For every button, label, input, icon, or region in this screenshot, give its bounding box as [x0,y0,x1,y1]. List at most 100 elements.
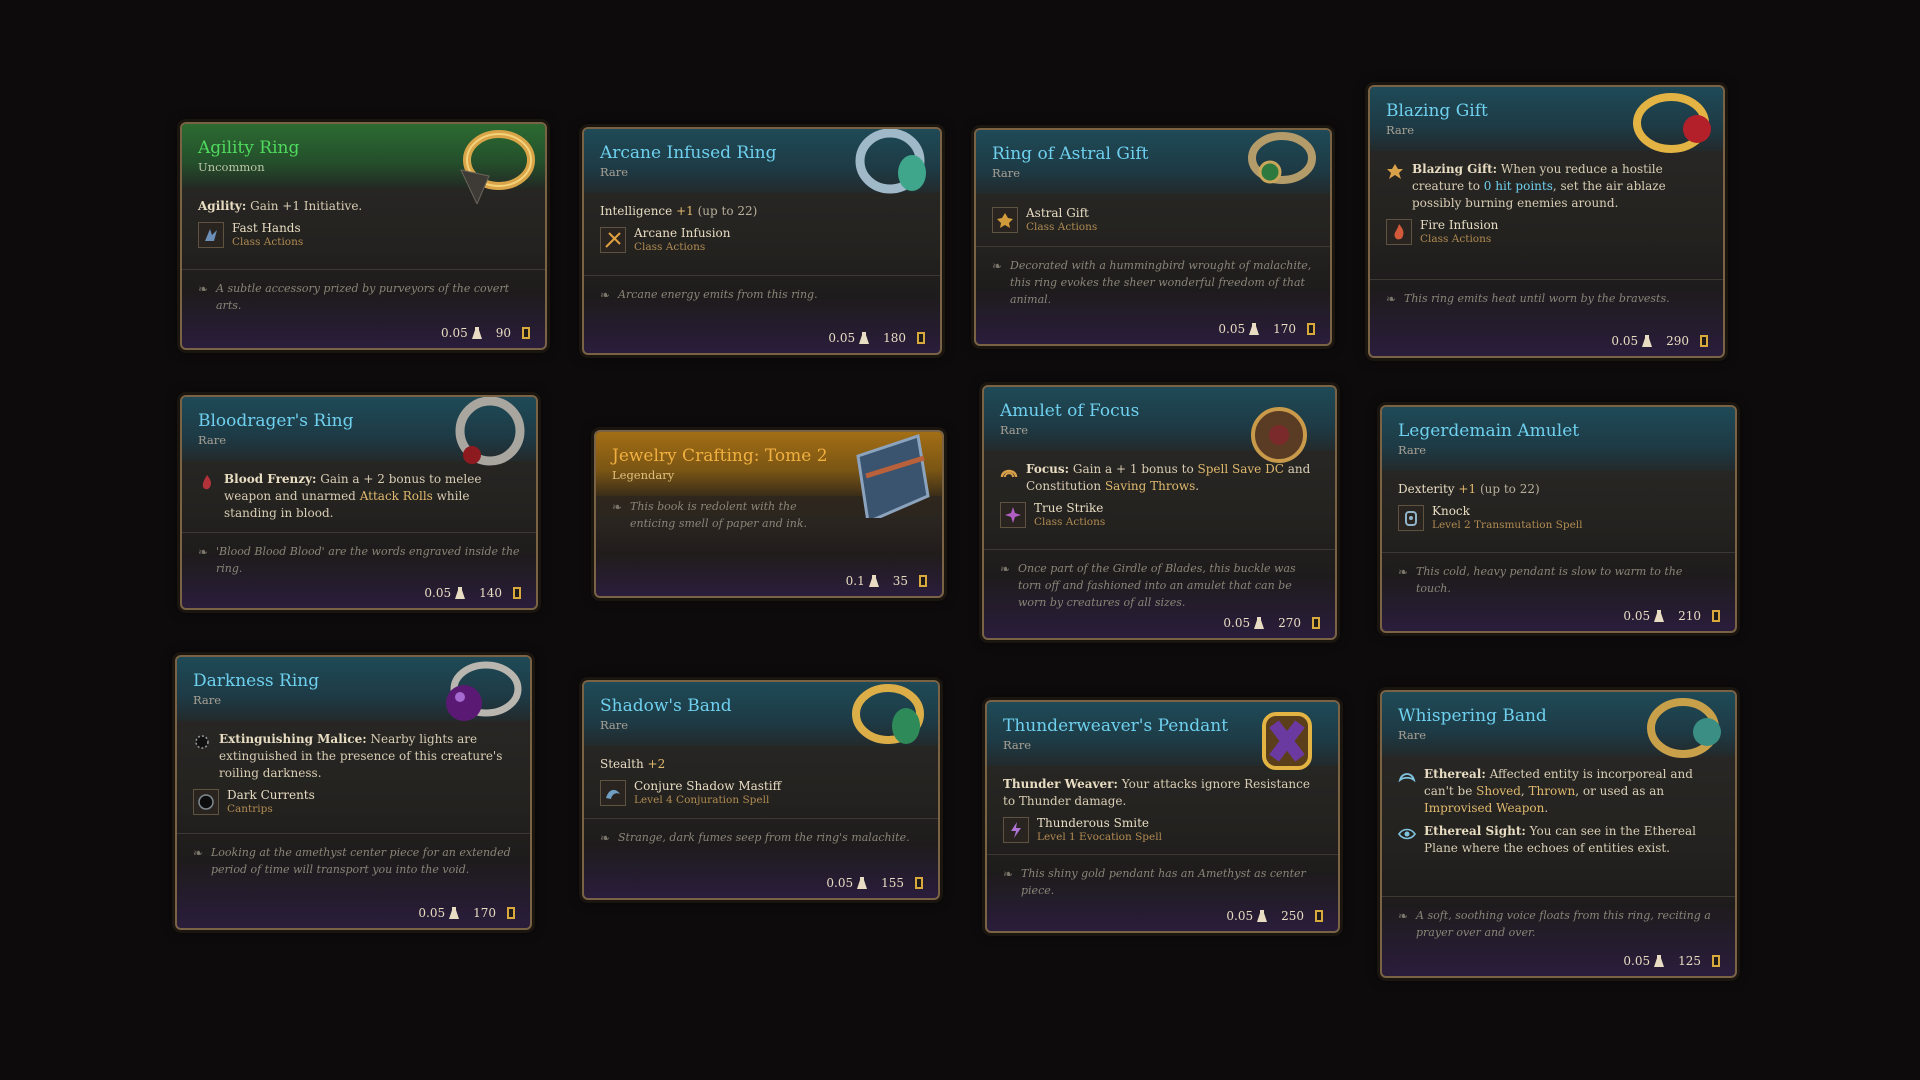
card-header: Agility Ring Uncommon [182,124,545,204]
value-footer: 0.05 270 [1223,616,1321,630]
ability-name: Astral Gift [1026,206,1089,220]
blazing-gift-icon [1387,164,1403,179]
ability-row[interactable]: Astral Gift Class Actions [992,206,1314,234]
gold-value: 290 [1666,334,1689,348]
weight-icon [857,877,868,889]
gold-icon [1699,335,1709,347]
ability-name: Arcane Infusion [634,226,731,240]
item-card-amulet-of-focus[interactable]: Amulet of Focus Rare Focus: Gain a + 1 b… [982,385,1337,640]
shadow-mastiff-icon [600,780,626,806]
item-card-darkness-ring[interactable]: Darkness Ring Rare Extinguishing Malice:… [175,655,532,930]
card-header: Shadow's Band Rare [584,682,938,746]
gold-icon [1711,955,1721,967]
value-footer: 0.05 155 [826,876,924,890]
gold-icon [918,575,928,587]
ability-row[interactable]: Fast Hands Class Actions [198,221,529,249]
item-card-shadows-band[interactable]: Shadow's Band Rare Stealth +2 Conjure Sh… [582,680,940,900]
weight-value: 0.05 [1623,609,1651,623]
gold-value: 210 [1678,609,1701,623]
weight-icon [449,907,460,919]
ability-row[interactable]: Thunderous Smite Level 1 Evocation Spell [1003,816,1322,844]
flavor-text: ❧ Once part of the Girdle of Blades, this… [984,549,1335,611]
card-header: Whispering Band Rare [1382,692,1735,758]
card-header: Amulet of Focus Rare [984,387,1335,463]
item-title: Legerdemain Amulet [1398,421,1580,441]
weight-value: 0.1 [845,574,865,588]
weight-value: 0.05 [826,876,854,890]
ability-type: Class Actions [1026,221,1098,233]
card-body: Blazing Gift: When you reduce a hostile … [1370,151,1723,246]
gold-value: 125 [1678,954,1701,968]
ring-icon [1647,698,1721,758]
ability-name: Conjure Shadow Mastiff [634,779,782,793]
weight-value: 0.05 [1218,322,1246,336]
ability-row[interactable]: Fire Infusion Class Actions [1386,218,1707,246]
flavor-text: ❧ Strange, dark fumes seep from the ring'… [584,818,938,846]
item-card-blazing-gift[interactable]: Blazing Gift Rare Blazing Gift: When you… [1368,85,1725,358]
item-card-ring-of-astral-gift[interactable]: Ring of Astral Gift Rare Astral Gift Clas… [974,128,1332,346]
gold-icon [512,587,522,599]
quote-icon: ❧ [198,545,209,559]
amulet-icon [1251,407,1307,463]
quote-icon: ❧ [1003,867,1014,881]
ring-icon [1633,93,1711,153]
gold-value: 270 [1278,616,1301,630]
weight-value: 0.05 [828,331,856,345]
value-footer: 0.05 140 [424,586,522,600]
ring-icon [855,129,926,194]
item-card-agility-ring[interactable]: Agility Ring Uncommon Agility: Gain +1 I… [180,122,547,350]
value-footer: 0.05 170 [418,906,516,920]
flavor-text: ❧ A subtle accessory prized by purveyors … [182,269,545,314]
ability-type: Cantrips [227,803,273,815]
ethereal-sight-icon [1398,828,1416,840]
weight-icon [1257,910,1268,922]
ability-name: Fast Hands [232,221,301,235]
ability-name: Knock [1432,504,1470,518]
value-footer: 0.05 125 [1623,954,1721,968]
card-header: Arcane Infused Ring Rare [584,129,940,194]
item-card-bloodragers-ring[interactable]: Bloodrager's Ring Rare Blood Frenzy: Gai… [180,395,538,610]
flavor-text: ❧ Decorated with a hummingbird wrought of… [976,246,1330,308]
gold-value: 35 [892,574,908,588]
weight-value: 0.05 [424,586,452,600]
gold-icon [1314,910,1324,922]
item-rarity: Rare [1398,443,1427,457]
card-body: Dexterity +1 (up to 22) Knock Level 2 Tra… [1382,471,1735,532]
card-body: Focus: Gain a + 1 bonus to Spell Save DC… [984,451,1335,529]
value-footer: 0.05 250 [1226,909,1324,923]
card-header: Jewelry Crafting: Tome 2 Legendary [596,432,942,518]
ability-row[interactable]: Conjure Shadow Mastiff Level 4 Conjuratio… [600,779,922,807]
item-card-thunderweavers-pendant[interactable]: Thunderweaver's Pendant Rare Thunder Wea… [985,700,1340,933]
item-card-legerdemain-amulet[interactable]: Legerdemain Amulet Rare Dexterity +1 (up… [1380,405,1737,633]
weight-icon [859,332,870,344]
ability-row[interactable]: Knock Level 2 Transmutation Spell [1398,504,1719,532]
value-footer: 0.05 90 [441,326,531,340]
ability-name: True Strike [1034,501,1104,515]
item-card-arcane-infused-ring[interactable]: Arcane Infused Ring Rare Intelligence +1… [582,127,942,355]
ability-row[interactable]: Arcane Infusion Class Actions [600,226,924,254]
ring-icon [460,130,535,204]
quote-icon: ❧ [612,500,623,514]
gold-icon [914,877,924,889]
effect-line: Extinguishing Malice: Nearby lights are … [193,731,514,782]
flavor-text: ❧ Looking at the amethyst center piece fo… [177,833,530,878]
gold-icon [506,907,516,919]
focus-icon [1000,469,1018,478]
dark-currents-icon [193,789,219,815]
ability-name: Thunderous Smite [1037,816,1149,830]
gold-value: 155 [881,876,904,890]
quote-icon: ❧ [1398,565,1409,579]
ability-row[interactable]: Dark Currents Cantrips [193,788,514,816]
ethereal-icon [1398,773,1416,783]
flavor-text: ❧ This ring emits heat until worn by the … [1370,279,1723,307]
item-card-whispering-band[interactable]: Whispering Band Rare Ethereal: Affected … [1380,690,1737,978]
effect-line: Ethereal: Affected entity is incorporeal… [1398,766,1719,817]
item-card-jewelry-crafting-tome-2[interactable]: Jewelry Crafting: Tome 2 Legendary ❧ This… [594,430,944,598]
ability-type: Class Actions [1420,233,1492,245]
weight-icon [455,587,466,599]
fire-infusion-icon [1386,219,1412,245]
card-body: Blood Frenzy: Gain a + 2 bonus to melee … [182,461,536,522]
quote-icon: ❧ [992,259,1003,273]
blood-frenzy-icon [202,475,211,490]
ability-row[interactable]: True Strike Class Actions [1000,501,1319,529]
